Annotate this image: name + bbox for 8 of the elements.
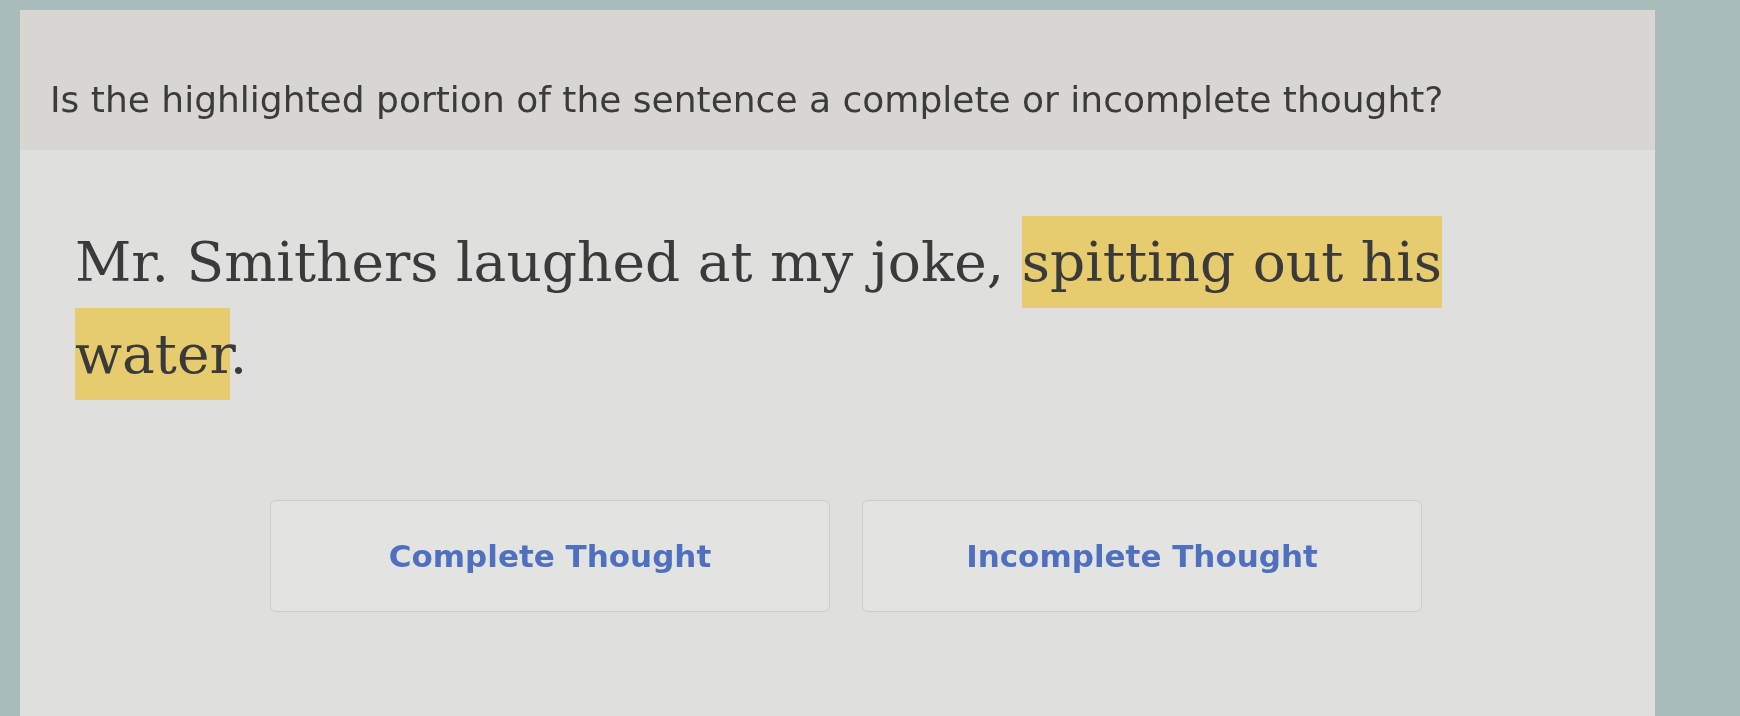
highlighted-word: water xyxy=(75,308,230,400)
highlighted-word: spitting xyxy=(1021,216,1253,308)
sentence-text: Mr. Smithers laughed at my joke, xyxy=(75,230,1006,294)
highlighted-word: his xyxy=(1360,216,1443,308)
highlighted-word: out xyxy=(1252,216,1361,308)
answer-button[interactable]: Complete Thought xyxy=(270,500,830,612)
question-text: Is the highlighted portion of the sentence a complete or incomplete thought? xyxy=(50,79,1444,120)
answer-button[interactable]: Incomplete Thought xyxy=(862,500,1422,612)
